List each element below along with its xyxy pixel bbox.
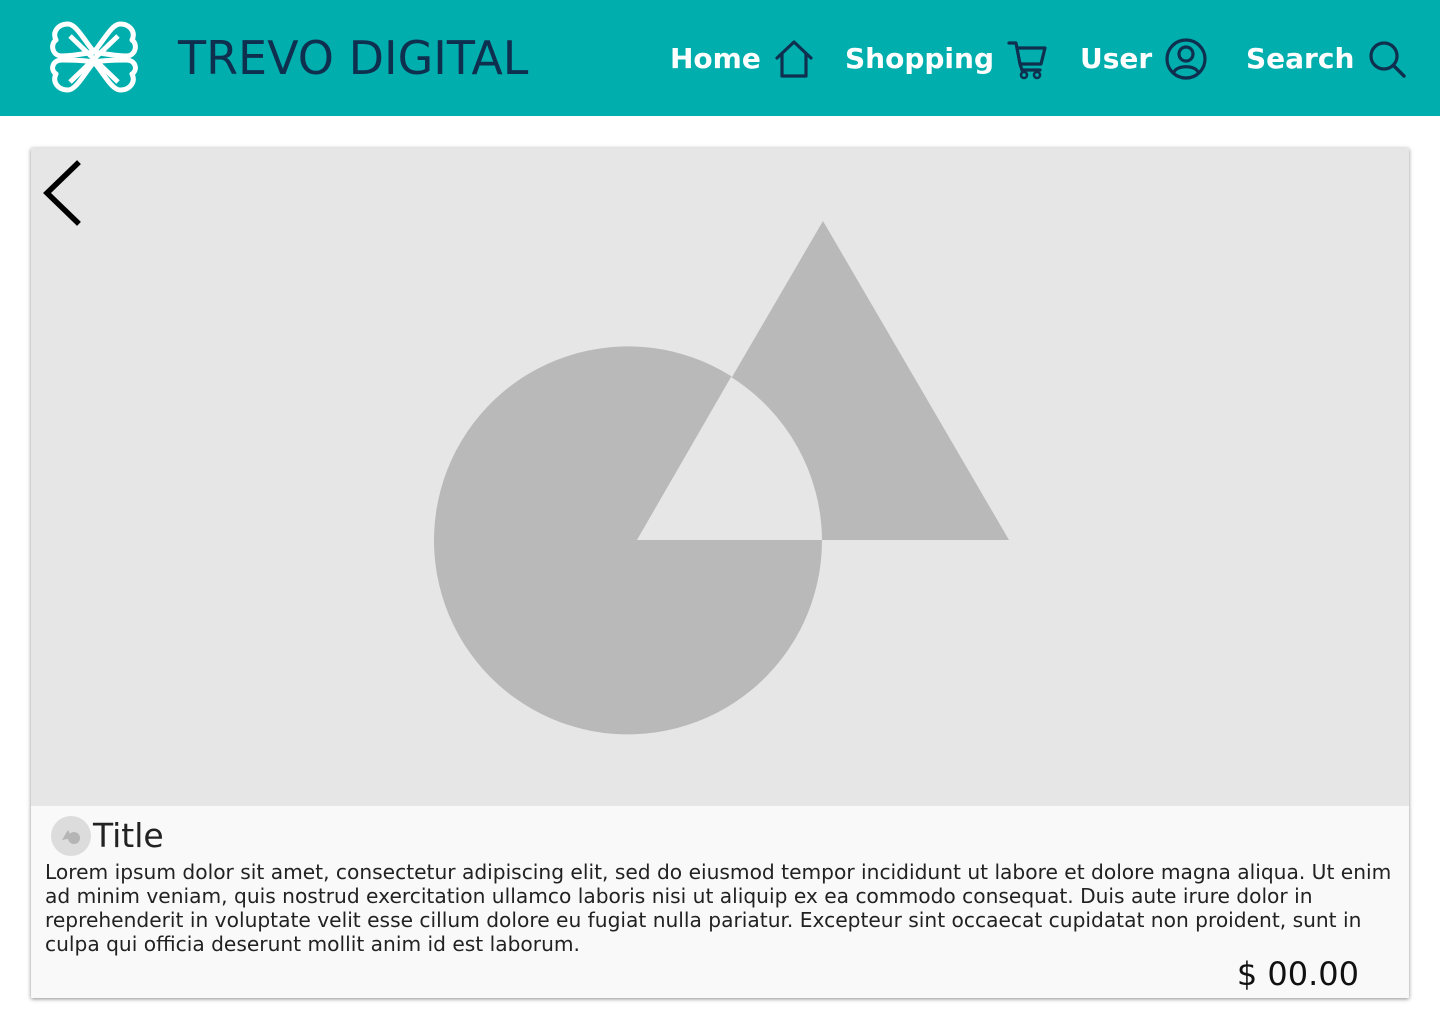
nav-home[interactable]: Home bbox=[670, 32, 815, 86]
nav-shopping-label: Shopping bbox=[845, 42, 994, 75]
image-placeholder-icon bbox=[434, 221, 1009, 735]
card-description: Lorem ipsum dolor sit amet, consectetur … bbox=[45, 860, 1392, 956]
product-image bbox=[31, 148, 1409, 806]
product-card[interactable]: Title Lorem ipsum dolor sit amet, consec… bbox=[31, 148, 1409, 998]
nav-user-label: User bbox=[1080, 42, 1153, 75]
search-icon bbox=[1369, 41, 1407, 78]
user-icon bbox=[1165, 38, 1207, 80]
brand-name: TREVO DIGITAL bbox=[178, 31, 529, 85]
chevron-left-icon[interactable] bbox=[39, 160, 83, 228]
nav-search[interactable]: Search bbox=[1246, 32, 1408, 86]
nav-shopping[interactable]: Shopping bbox=[845, 32, 1048, 86]
home-icon bbox=[775, 40, 813, 78]
top-header: TREVO DIGITAL Home Shopping User Search bbox=[0, 0, 1440, 116]
cart-icon bbox=[1007, 41, 1047, 80]
avatar bbox=[51, 816, 91, 856]
nav-user[interactable]: User bbox=[1080, 32, 1208, 86]
nav-home-label: Home bbox=[670, 42, 761, 75]
card-title-row: Title bbox=[51, 814, 164, 858]
title-avatar-icon bbox=[62, 830, 80, 844]
product-price: $ 00.00 bbox=[1236, 955, 1359, 993]
nav-search-label: Search bbox=[1246, 42, 1355, 75]
clover-logo-icon[interactable] bbox=[48, 14, 140, 102]
card-title: Title bbox=[93, 816, 164, 855]
